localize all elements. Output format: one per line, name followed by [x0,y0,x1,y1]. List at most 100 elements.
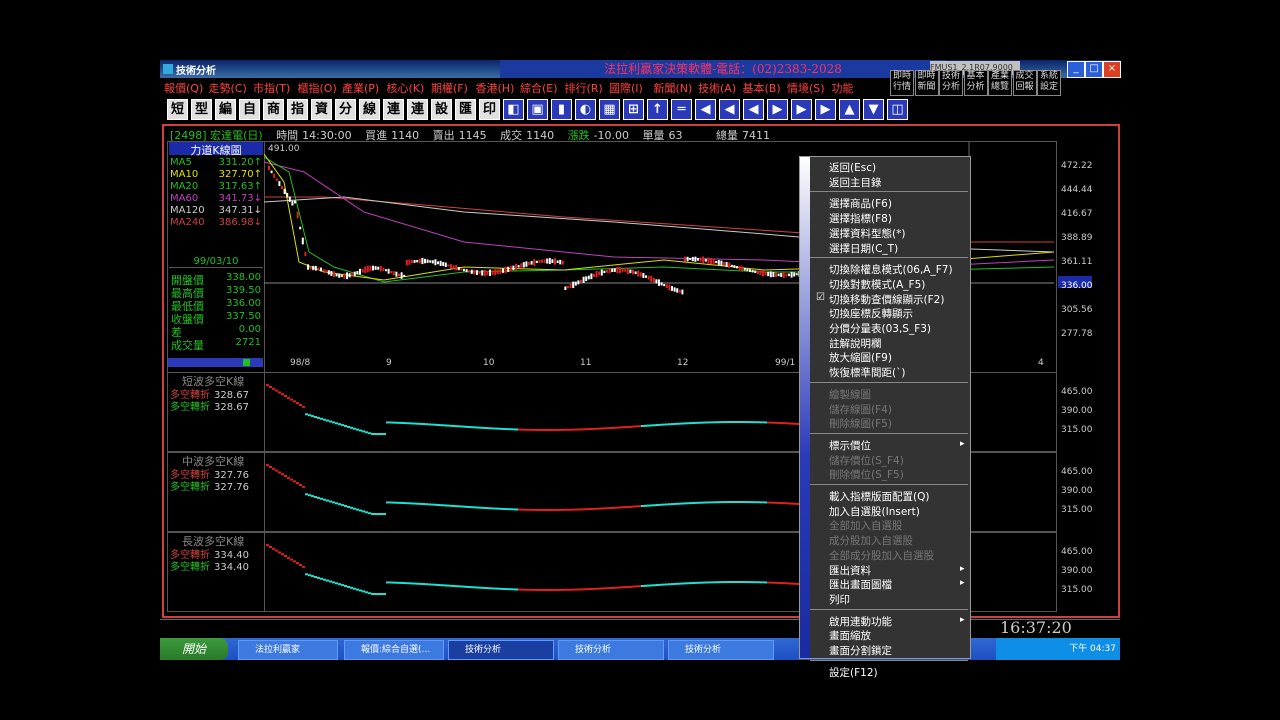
quick-button-4[interactable]: 產業總覽 [988,70,1012,96]
tool-button-1[interactable]: 型 [191,99,212,120]
prev-page-icon[interactable]: ◀ [719,99,740,120]
start-button[interactable]: 開始 [160,638,228,660]
taskbar-item-4[interactable]: 技術分析 [668,640,774,660]
menu-item-15[interactable]: 功能 [832,80,854,96]
tool-button-4[interactable]: 商 [263,99,284,120]
quick-button-3[interactable]: 基本分析 [963,70,988,96]
menu-item-2-2[interactable]: 切換移動查價線顯示(F2) [829,292,944,307]
menu-item-5-5[interactable]: 匯出資料 [829,563,871,578]
next-icon[interactable]: ▶ [767,99,788,120]
candle [762,270,764,277]
menu-item-11[interactable]: 新聞(N) [654,80,693,96]
calc-icon[interactable]: ◧ [503,99,524,120]
menu-item-7-0[interactable]: 設定(F12) [829,665,878,680]
menu-item-13[interactable]: 基本(B) [743,80,781,96]
candle [307,264,309,270]
menu-item-2-6[interactable]: 放大縮圖(F9) [829,350,892,365]
menu-item-9[interactable]: 排行(R) [565,80,603,96]
scroll-indicator[interactable] [168,358,263,367]
menu-item-5-1[interactable]: 加入自選股(Insert) [829,504,920,519]
quick-button-1[interactable]: 即時新聞 [914,70,939,96]
menu-item-2-0[interactable]: 切換除權息模式(06,A_F7) [829,262,953,277]
sub-mark [632,585,635,588]
sub-mark [368,512,371,515]
sub-mark [515,588,518,591]
menu-item-2[interactable]: 市指(T) [253,80,290,96]
menu-item-1-1[interactable]: 選擇指標(F8) [829,211,892,226]
menu-item-2-7[interactable]: 恢復標準間距(`) [829,365,905,380]
next-page-icon[interactable]: ▶ [791,99,812,120]
menu-item-14[interactable]: 情境(S) [787,80,825,96]
tool-button-11[interactable]: 設 [431,99,452,120]
menu-item-6[interactable]: 期權(F) [431,80,468,96]
tool-button-7[interactable]: 分 [335,99,356,120]
menu-item-5[interactable]: 核心(K) [387,80,425,96]
menu-item-5-6[interactable]: 匯出畫面圖檔 [829,577,892,592]
color-icon[interactable]: ▮ [551,99,572,120]
menu-item-7[interactable]: 香港(H) [476,80,515,96]
tool-button-13[interactable]: 印 [479,99,500,120]
menu-item-2-5[interactable]: 註解說明欄 [829,336,882,351]
menu-item-6-2[interactable]: 畫面分割鎖定 [829,643,892,658]
taskbar-item-2[interactable]: 技術分析 [448,640,554,660]
up-bar-icon[interactable]: ↑ [647,99,668,120]
taskbar-item-1[interactable]: 報價:綜合自選(... [344,640,444,660]
menu-item-6-0[interactable]: 啟用連動功能 [829,614,892,629]
tool-button-10[interactable]: 連 [407,99,428,120]
menu-item-1-2[interactable]: 選擇資料型態(*) [829,226,905,241]
taskbar-item-3[interactable]: 技術分析 [558,640,664,660]
tool-button-9[interactable]: 連 [383,99,404,120]
menu-item-0-1[interactable]: 返回主目錄 [829,175,882,190]
quick-button-0[interactable]: 即時行情 [890,70,914,96]
tool-button-5[interactable]: 指 [287,99,308,120]
tool-button-0[interactable]: 短 [167,99,188,120]
menu-item-0-0[interactable]: 返回(Esc) [829,160,876,175]
maximize-button[interactable]: □ [1085,61,1103,78]
tool-button-12[interactable]: 匯 [455,99,476,120]
menu-item-0[interactable]: 報價(Q) [164,80,203,96]
grid-icon[interactable]: ▦ [599,99,620,120]
tool-button-8[interactable]: 線 [359,99,380,120]
down-icon[interactable]: ▼ [863,99,884,120]
menu-item-3[interactable]: 櫃指(O) [298,80,337,96]
scroll-thumb[interactable] [243,359,250,366]
minimize-button[interactable]: _ [1067,61,1085,78]
candle [377,266,380,270]
candle [286,193,289,198]
sub-mark [686,502,689,505]
sub-mark [437,423,440,426]
expand-icon[interactable]: ◐ [575,99,596,120]
menu-item-1-0[interactable]: 選擇商品(F6) [829,196,892,211]
menu-item-4[interactable]: 產業(P) [342,80,379,96]
menu-item-2-1[interactable]: 切換對數模式(A_F5) [829,277,925,292]
menu-item-2-3[interactable]: 切換座標反轉顯示 [829,306,913,321]
menu-item-1[interactable]: 走勢(C) [209,80,247,96]
tool-button-2[interactable]: 編 [215,99,236,120]
taskbar-item-0[interactable]: 法拉利贏家 [238,640,338,660]
sub-mark [641,424,644,427]
tool-button-3[interactable]: 自 [239,99,260,120]
menu-item-4-0[interactable]: 標示價位 [829,438,871,453]
menu-item-5-7[interactable]: 列印 [829,592,850,607]
sub-mark [569,508,572,511]
close-button[interactable]: × [1103,61,1121,78]
menu-item-5-0[interactable]: 載入指標版面配置(Q) [829,489,929,504]
zoom-icon[interactable]: ⊞ [623,99,644,120]
menu-item-1-3[interactable]: 選擇日期(C_T) [829,241,898,256]
menu-item-8[interactable]: 綜合(E) [520,80,558,96]
quick-button-2[interactable]: 技術分析 [939,70,963,96]
last-icon[interactable]: ▶ [815,99,836,120]
minus-icon[interactable]: ═ [671,99,692,120]
tool-button-6[interactable]: 資 [311,99,332,120]
menu-item-12[interactable]: 技術(A) [698,80,736,96]
prev-icon[interactable]: ◀ [743,99,764,120]
menu-item-10[interactable]: 國際(I) [609,80,643,96]
quick-button-5[interactable]: 成交回報 [1012,70,1037,96]
quick-button-6[interactable]: 系統設定 [1037,70,1061,96]
up-icon[interactable]: ▲ [839,99,860,120]
tools-icon[interactable]: ◫ [887,99,908,120]
menu-item-6-1[interactable]: 畫面縮放 [829,628,871,643]
first-icon[interactable]: ◀ [695,99,716,120]
lock-icon[interactable]: ▣ [527,99,548,120]
menu-item-2-4[interactable]: 分價分量表(03,S_F3) [829,321,931,336]
